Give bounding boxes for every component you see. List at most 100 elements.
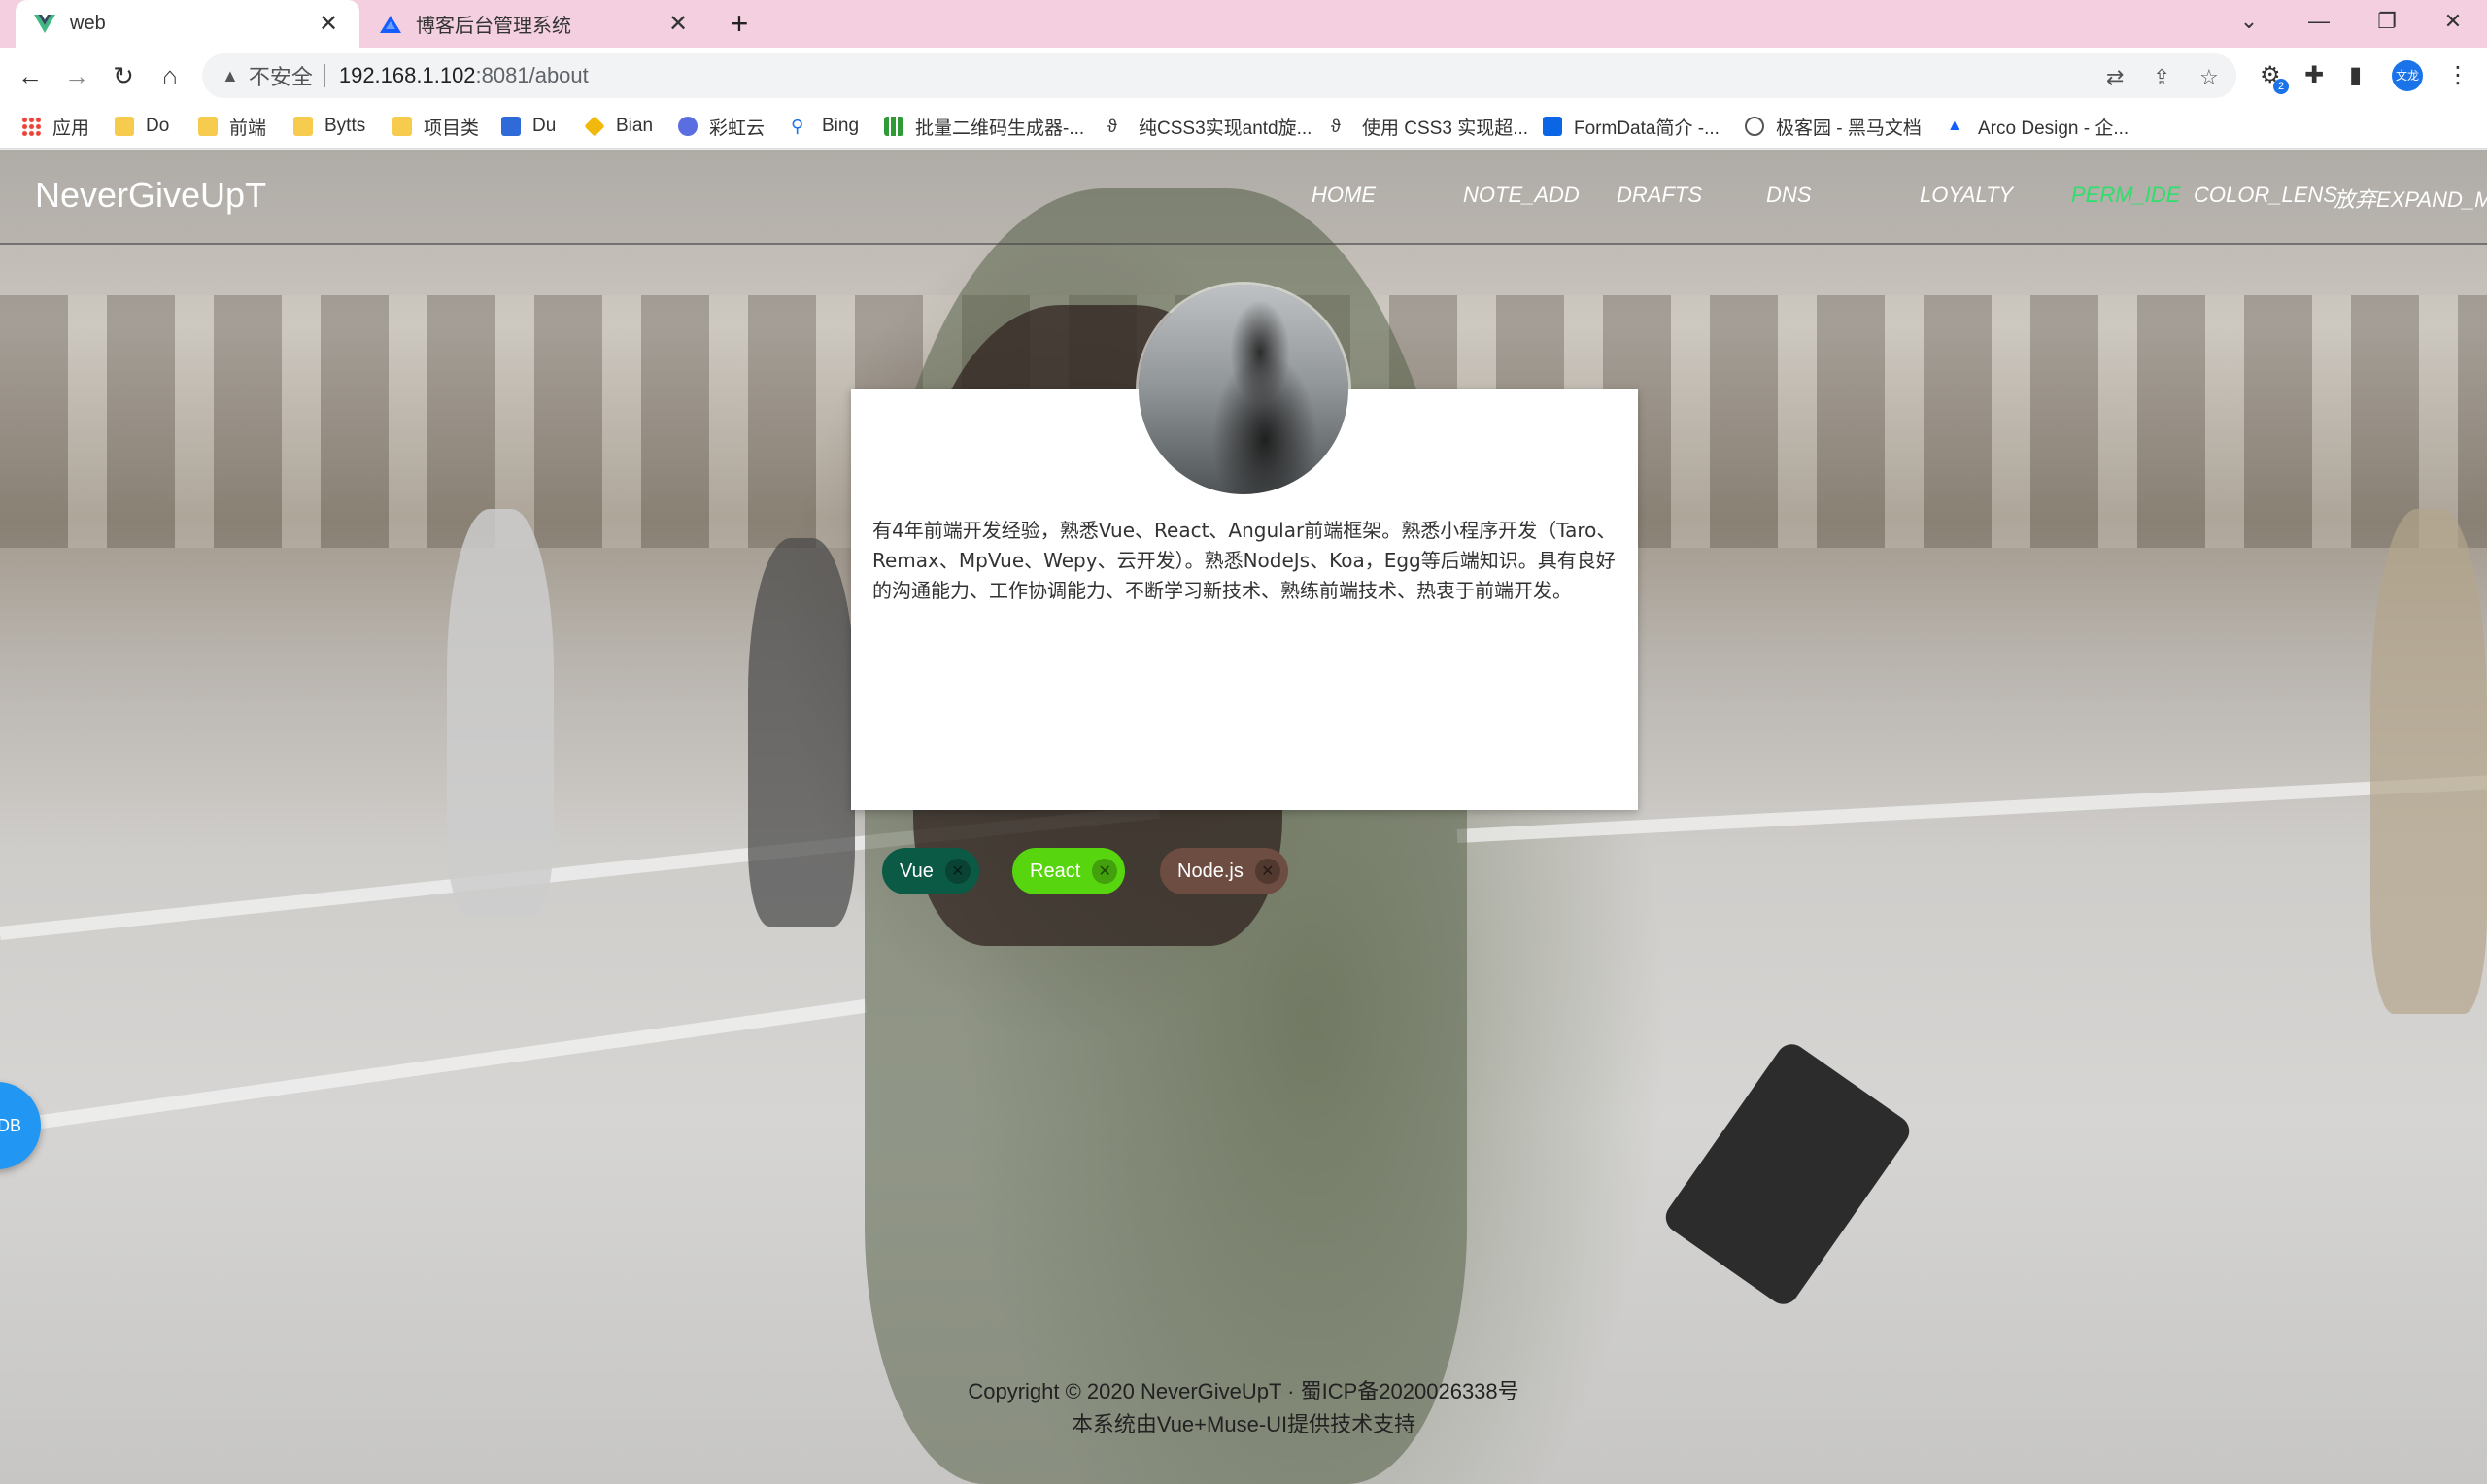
reload-icon[interactable]: ↻ (105, 57, 142, 94)
background-image (748, 538, 855, 927)
nav-color-lens[interactable]: COLOR_LENS (2194, 183, 2337, 208)
bookmark-label: Bytts (324, 116, 366, 136)
chip-nodejs[interactable]: Node.js ✕ (1160, 848, 1288, 894)
nav-drafts[interactable]: DRAFTS (1617, 183, 1702, 208)
bookmark-label: 项目类 (424, 118, 480, 139)
bookmark-label: FormData简介 -... (1574, 118, 1720, 139)
bookmark-geek[interactable]: 极客园 - 黑马文档 (1745, 112, 1922, 141)
forward-icon[interactable]: → (58, 57, 95, 94)
tab-close-icon[interactable]: ✕ (664, 10, 692, 38)
bookmark-formdata[interactable]: FormData简介 -... (1543, 112, 1720, 141)
vue-logo-icon (33, 13, 56, 36)
translate-icon[interactable]: ⇄ (2106, 65, 2124, 90)
minimize-button[interactable]: — (2285, 0, 2353, 48)
side-panel-icon[interactable]: ▮ (2349, 61, 2362, 89)
bookmark-label: 前端 (229, 118, 267, 139)
home-icon[interactable]: ⌂ (152, 57, 188, 94)
chip-close-icon[interactable]: ✕ (1254, 859, 1280, 884)
bookmark-label: Do (146, 116, 170, 136)
bookmark-folder[interactable]: 前端 (198, 112, 266, 141)
bio-text: 有4年前端开发经验，熟悉Vue、React、Angular前端框架。熟悉小程序开… (872, 519, 1617, 602)
tab-search-icon[interactable]: ⌄ (2215, 0, 2283, 48)
nav-expand[interactable]: 放弃EXPAND_M (2334, 183, 2487, 214)
tab-admin[interactable]: 博客后台管理系统 ✕ (361, 0, 709, 48)
nav-note-add[interactable]: NOTE_ADD (1463, 183, 1580, 208)
tab-title: web (70, 13, 106, 34)
tech-support-text: 本系统由Vue+Muse-UI提供技术支持 (1071, 1412, 1416, 1436)
extension-badge: 2 (2273, 79, 2289, 94)
folder-icon (198, 117, 218, 136)
divider (324, 64, 325, 87)
bookmark-css3-2[interactable]: ϑ 使用 CSS3 实现超... (1331, 112, 1528, 141)
tab-strip: web ✕ 博客后台管理系统 ✕ + ⌄ — ❐ ✕ (0, 0, 2487, 48)
bookmark-folder[interactable]: 项目类 (392, 112, 479, 141)
bookmark-folder[interactable]: Bytts (293, 112, 365, 141)
tab-web[interactable]: web ✕ (16, 0, 359, 48)
nav-perm-ide[interactable]: PERM_IDE (2071, 183, 2180, 208)
back-icon[interactable]: ← (12, 57, 49, 94)
bookmark-rainbow-cloud[interactable]: 彩虹云 (678, 112, 765, 141)
chip-close-icon[interactable]: ✕ (944, 859, 971, 884)
chip-vue[interactable]: Vue ✕ (882, 848, 979, 894)
feather-icon: ϑ (1331, 117, 1341, 136)
bookmark-label: 彩虹云 (709, 118, 766, 139)
nav-home[interactable]: HOME (1312, 183, 1376, 208)
binance-icon (584, 116, 605, 137)
share-icon[interactable]: ⇪ (2153, 65, 2170, 90)
bookmark-folder[interactable]: Do (115, 112, 169, 141)
bookmark-label: Arco Design - 企... (1978, 118, 2129, 139)
bookmark-label: Bian (616, 116, 654, 136)
bookmark-label: 应用 (52, 118, 90, 139)
address-bar[interactable]: ▲ 不安全 192.168.1.102 :8081/about ⇄ ⇪ ☆ (202, 53, 2236, 98)
feather-icon: ϑ (1107, 117, 1117, 136)
puzzle-icon[interactable]: ✚ (2304, 61, 2324, 89)
arco-logo-icon: ▲ (1947, 118, 1962, 134)
nav-dns[interactable]: DNS (1766, 183, 1811, 208)
chip-label: Vue (900, 860, 934, 882)
background-image (0, 998, 868, 1134)
bookmark-apps[interactable]: 应用 (21, 112, 89, 141)
floating-action-button[interactable]: DB (0, 1082, 41, 1169)
bookmark-bian[interactable]: Bian (584, 112, 654, 141)
apps-grid-icon (21, 117, 41, 136)
background-image (2370, 509, 2487, 1014)
bookmark-du[interactable]: Du (501, 112, 556, 141)
tab-close-icon[interactable]: ✕ (315, 10, 342, 38)
site-brand[interactable]: NeverGiveUpT (35, 175, 266, 216)
browser-toolbar: ← → ↻ ⌂ ▲ 不安全 192.168.1.102 :8081/about … (0, 48, 2487, 104)
bookmark-arco[interactable]: ▲ Arco Design - 企... (1947, 112, 2129, 141)
bookmark-bing[interactable]: ⚲ Bing (791, 112, 859, 141)
folder-icon (392, 117, 412, 136)
arco-logo-icon (379, 13, 402, 36)
background-image (1659, 1037, 1916, 1311)
bookmarks-bar: 应用 Do 前端 Bytts 项目类 Du Bian 彩虹云 ⚲ Bing 批量二… (0, 104, 2487, 149)
search-icon: ⚲ (791, 117, 804, 136)
folder-icon (293, 117, 313, 136)
insecure-label: 不安全 (248, 65, 313, 89)
avatar (1139, 285, 1348, 494)
chip-react[interactable]: React ✕ (1012, 848, 1125, 894)
bookmark-label: 纯CSS3实现antd旋... (1139, 118, 1312, 139)
menu-icon[interactable]: ⋮ (2446, 61, 2470, 89)
bookmark-label: 使用 CSS3 实现超... (1362, 118, 1529, 139)
site-footer: Copyright © 2020 NeverGiveUpT · 蜀ICP备202… (0, 1375, 2487, 1441)
url-path: :8081/about (475, 63, 589, 87)
nav-loyalty[interactable]: LOYALTY (1920, 183, 2013, 208)
bookmark-star-icon[interactable]: ☆ (2199, 65, 2219, 90)
chip-close-icon[interactable]: ✕ (1092, 859, 1118, 884)
chip-label: React (1030, 860, 1081, 882)
bookmark-css3[interactable]: ϑ 纯CSS3实现antd旋... (1107, 112, 1312, 141)
background-image (447, 509, 554, 917)
chip-label: Node.js (1177, 860, 1244, 882)
qrcode-icon (884, 117, 903, 136)
bookmark-qrcode[interactable]: 批量二维码生成器-... (884, 112, 1084, 141)
close-window-button[interactable]: ✕ (2419, 0, 2487, 48)
bookmark-label: 极客园 - 黑马文档 (1776, 118, 1922, 139)
tab-title: 博客后台管理系统 (416, 16, 571, 37)
bookmark-label: 批量二维码生成器-... (915, 118, 1085, 139)
new-tab-button[interactable]: + (723, 8, 756, 41)
bookmark-label: Bing (822, 116, 860, 136)
restore-button[interactable]: ❐ (2353, 0, 2421, 48)
url-host: 192.168.1.102 (338, 63, 476, 87)
avatar[interactable]: 文龙 (2392, 60, 2423, 91)
